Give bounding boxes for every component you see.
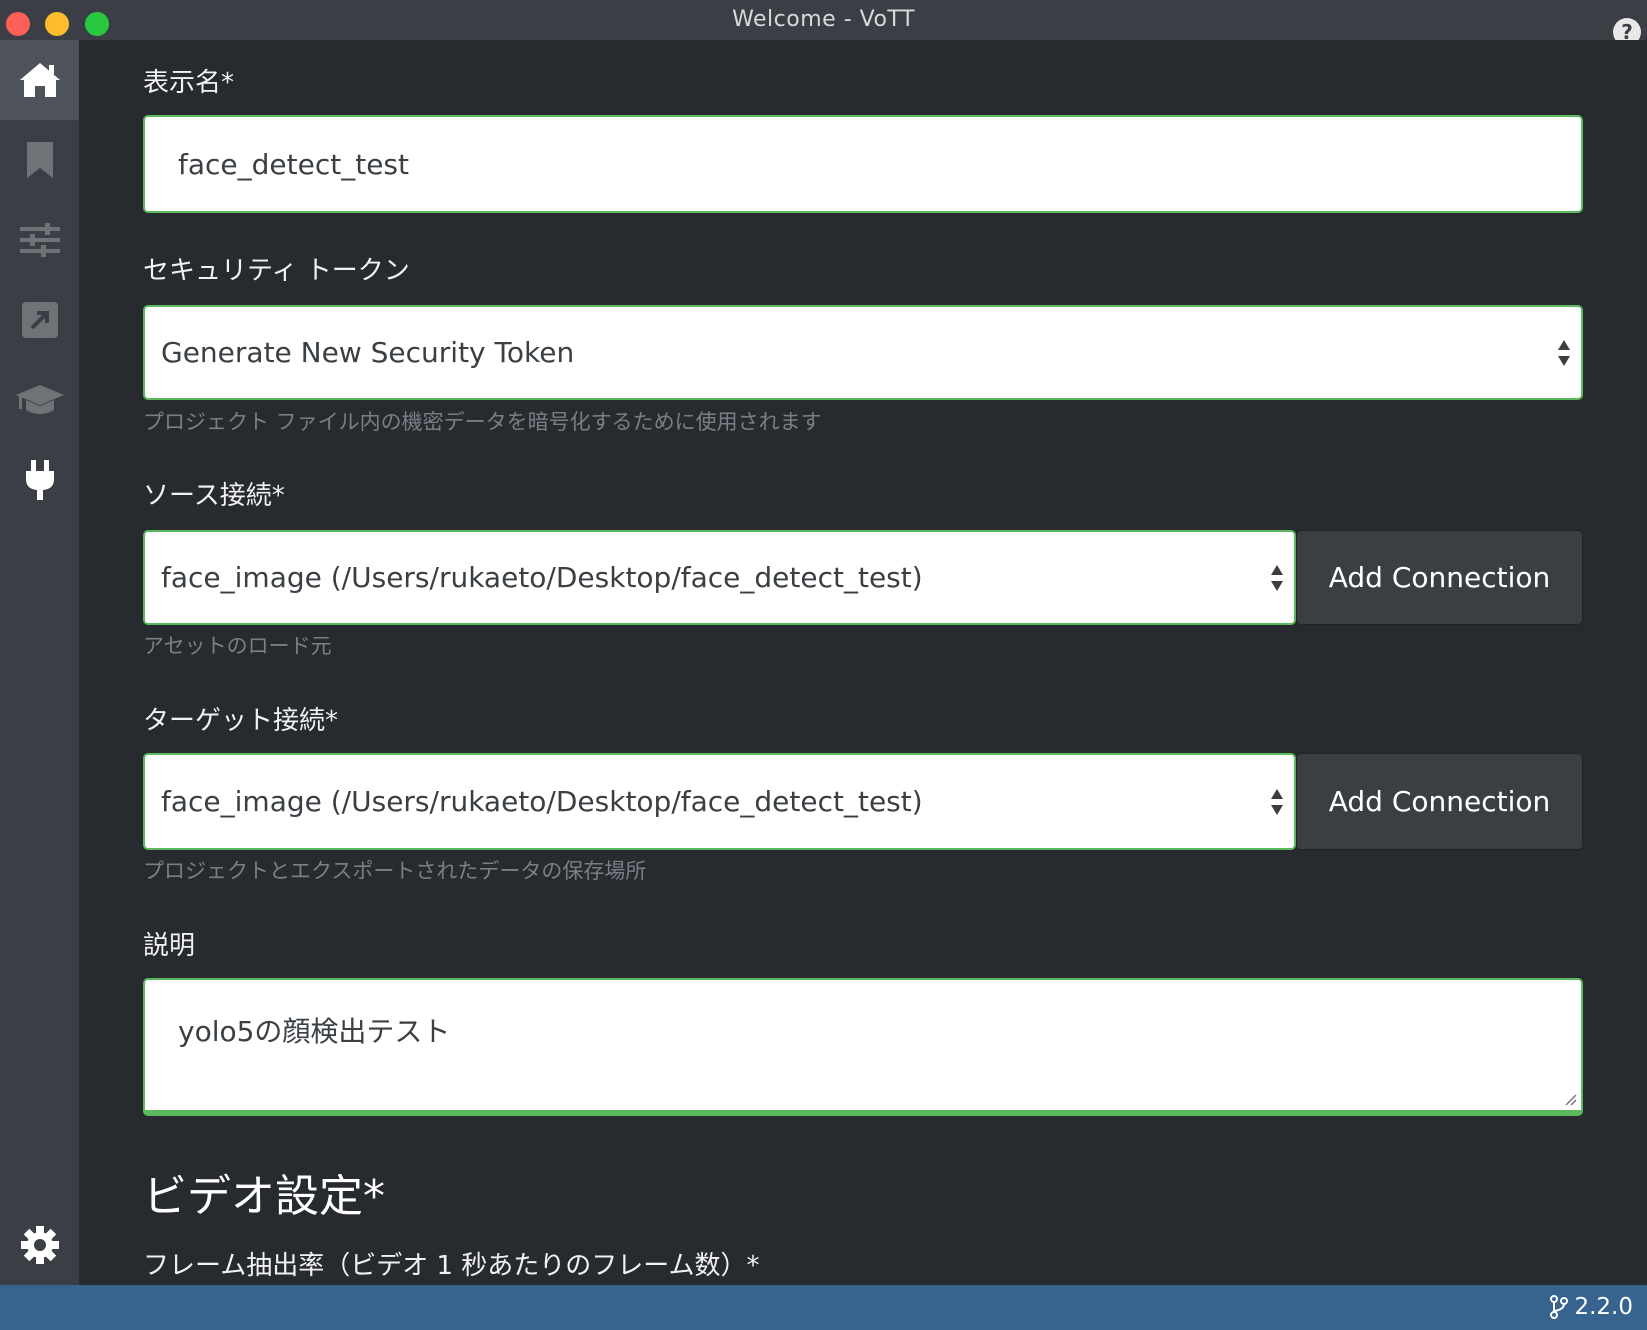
select-arrows-icon: [1271, 564, 1283, 591]
source-connection-label: ソース接続*: [143, 481, 285, 511]
video-settings-title: ビデオ設定*: [143, 1171, 385, 1222]
plug-icon: [25, 460, 54, 500]
sidebar-item-connections[interactable]: [0, 440, 79, 520]
display-name-label: 表示名*: [143, 68, 235, 98]
git-branch-icon: [1550, 1295, 1569, 1319]
description-label: 説明: [143, 931, 196, 961]
sidebar-item-settings[interactable]: [0, 200, 79, 280]
home-icon: [19, 63, 60, 97]
graduation-cap-icon: [15, 385, 64, 414]
description-textarea[interactable]: yolo5の顔検出テスト: [143, 978, 1583, 1116]
target-connection-select[interactable]: face_image (/Users/rukaeto/Desktop/face_…: [143, 753, 1296, 850]
security-token-select[interactable]: Generate New Security Token: [143, 305, 1583, 400]
title-bar: Welcome - VoTT: [0, 0, 1647, 40]
sidebar-item-training[interactable]: [0, 360, 79, 440]
add-target-connection-button[interactable]: Add Connection: [1296, 753, 1583, 850]
security-token-selected: Generate New Security Token: [161, 336, 575, 369]
description-value: yolo5の顔検出テスト: [178, 1015, 451, 1048]
sidebar-item-app-settings[interactable]: [0, 1205, 79, 1285]
display-name-value: face_detect_test: [178, 147, 409, 181]
version-indicator: 2.2.0: [1550, 1294, 1633, 1320]
source-connection-select[interactable]: face_image (/Users/rukaeto/Desktop/face_…: [143, 530, 1296, 625]
target-connection-selected: face_image (/Users/rukaeto/Desktop/face_…: [161, 785, 923, 818]
select-arrows-icon: [1271, 788, 1283, 815]
gear-icon: [20, 1226, 59, 1264]
select-arrows-icon: [1558, 339, 1570, 366]
security-token-help: プロジェクト ファイル内の機密データを暗号化するために使用されます: [143, 410, 822, 434]
source-connection-help: アセットのロード元: [143, 634, 332, 658]
source-connection-selected: face_image (/Users/rukaeto/Desktop/face_…: [161, 561, 923, 594]
app-window: Welcome - VoTT ? 表示名* face_detect_test セ…: [0, 0, 1647, 1330]
security-token-label: セキュリティ トークン: [143, 256, 410, 286]
target-connection-label: ターゲット接続*: [143, 706, 339, 736]
display-name-input[interactable]: face_detect_test: [143, 115, 1583, 213]
sidebar-item-home[interactable]: [0, 40, 79, 120]
sidebar: [0, 40, 79, 1285]
sliders-icon: [19, 223, 60, 257]
add-source-connection-button[interactable]: Add Connection: [1296, 530, 1583, 625]
sidebar-item-export[interactable]: [0, 280, 79, 360]
project-settings-form: 表示名* face_detect_test セキュリティ トークン Genera…: [79, 40, 1647, 1285]
window-title: Welcome - VoTT: [732, 7, 915, 32]
version-text: 2.2.0: [1574, 1294, 1633, 1320]
target-connection-help: プロジェクトとエクスポートされたデータの保存場所: [143, 859, 647, 883]
bookmark-icon: [26, 142, 53, 178]
status-bar: 2.2.0: [0, 1285, 1647, 1330]
sidebar-item-bookmark[interactable]: [0, 120, 79, 200]
resize-handle-icon[interactable]: [1563, 1092, 1577, 1106]
export-icon: [21, 302, 58, 338]
frame-rate-label: フレーム抽出率（ビデオ 1 秒あたりのフレーム数）*: [143, 1251, 760, 1281]
